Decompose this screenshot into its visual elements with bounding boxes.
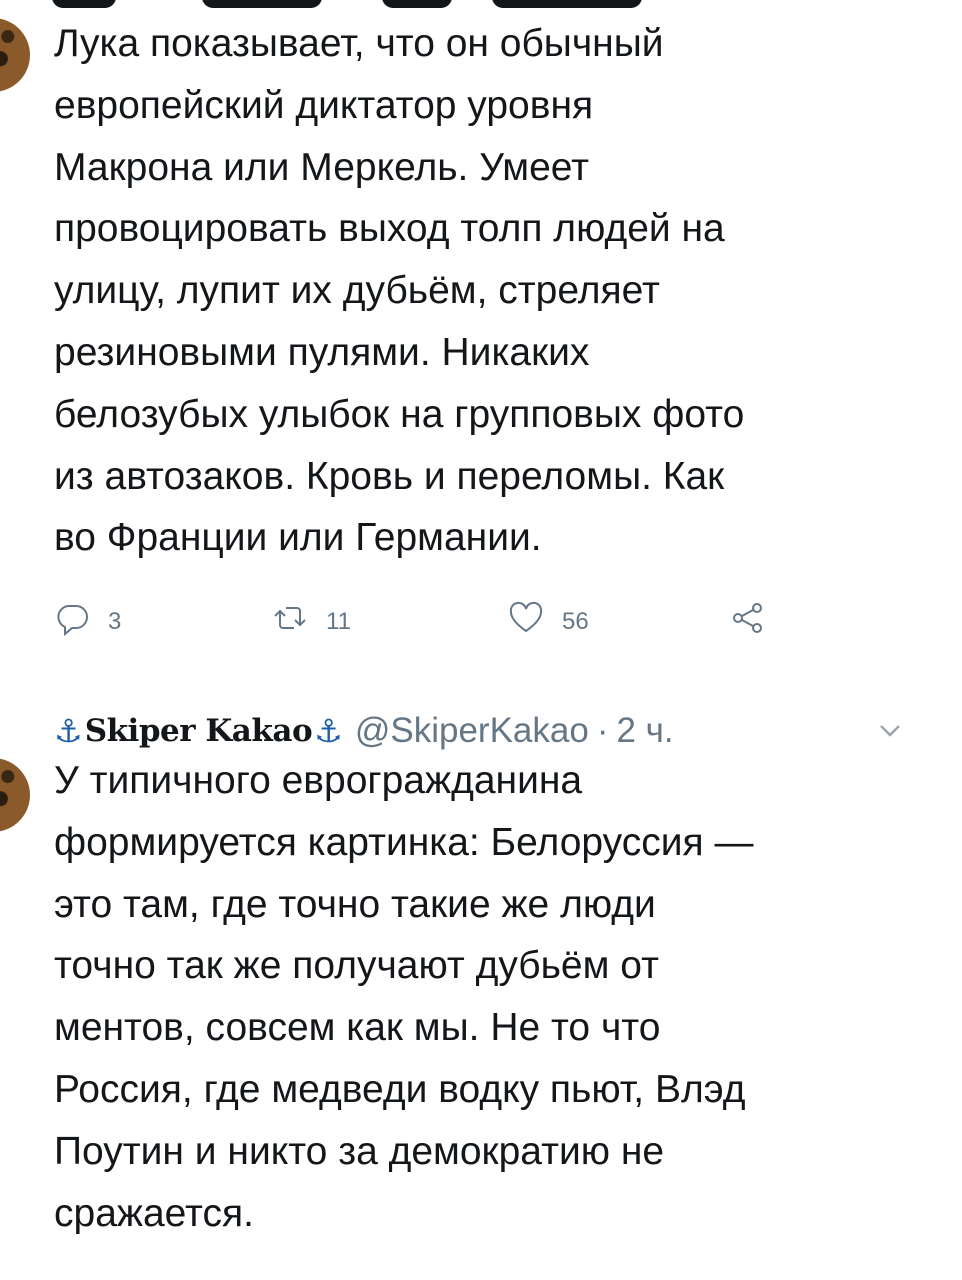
like-button[interactable]: 56: [508, 600, 589, 643]
retweet-count: 11: [326, 607, 351, 635]
like-count: 56: [562, 607, 589, 635]
retweet-icon: [272, 600, 308, 643]
display-name[interactable]: Skiper Kakao: [85, 713, 313, 749]
avatar[interactable]: [0, 18, 30, 92]
anchor-icon: ⚓: [314, 713, 343, 749]
user-handle[interactable]: @SkiperKakao: [355, 711, 589, 751]
tweet-thread: Лука показывает, что он обычный европейс…: [0, 0, 962, 1280]
reply-count: 3: [108, 607, 122, 635]
avatar[interactable]: [0, 758, 30, 832]
cut-off-header: [52, 0, 672, 10]
anchor-icon: ⚓: [54, 713, 83, 749]
tweet-text: Лука показывает, что он обычный европейс…: [54, 22, 745, 560]
heart-icon: [508, 600, 544, 643]
chevron-down-icon[interactable]: [878, 711, 902, 737]
timestamp[interactable]: 2 ч.: [616, 711, 673, 751]
share-button[interactable]: [730, 600, 766, 643]
retweet-button[interactable]: 11: [272, 600, 351, 643]
reply-icon: [54, 600, 90, 643]
tweet-actions: 3 11 56: [54, 600, 814, 648]
reply-button[interactable]: 3: [54, 600, 121, 643]
separator: ·: [596, 711, 609, 750]
share-icon: [730, 600, 766, 643]
tweet-text: У типичного еврогражданина формируется к…: [54, 759, 754, 1235]
